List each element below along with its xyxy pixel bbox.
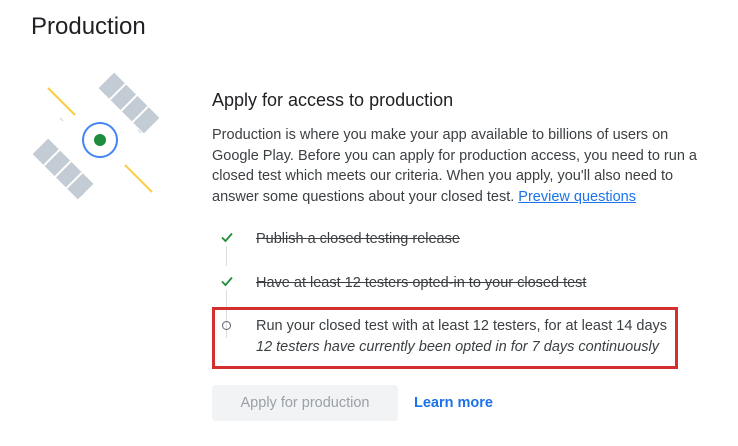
preview-questions-link[interactable]: Preview questions <box>518 189 636 205</box>
current-requirement-status: 12 testers have currently been opted in … <box>256 339 660 355</box>
checklist-item-label: Have at least 12 testers opted-in to you… <box>256 275 587 291</box>
section-description: Production is where you make your app av… <box>212 125 717 207</box>
satellite-illustration <box>32 72 160 200</box>
apply-for-production-button[interactable]: Apply for production <box>212 385 398 421</box>
streak <box>124 164 153 193</box>
current-requirement-label: Run your closed test with at least 12 te… <box>256 318 668 334</box>
checklist-item: Publish a closed testing release <box>212 224 692 268</box>
check-icon <box>221 232 233 243</box>
highlight-box <box>212 307 678 369</box>
learn-more-link[interactable]: Learn more <box>414 395 493 411</box>
checklist-item: Have at least 12 testers opted-in to you… <box>212 268 692 338</box>
requirements-checklist: Publish a closed testing release Have at… <box>212 224 692 338</box>
section-heading: Apply for access to production <box>212 90 454 110</box>
streak <box>47 87 76 116</box>
check-icon <box>221 276 233 287</box>
step-connector <box>226 246 227 266</box>
page-title: Production <box>31 13 146 40</box>
pending-circle-icon <box>222 321 231 330</box>
checklist-item-label: Publish a closed testing release <box>256 231 460 247</box>
